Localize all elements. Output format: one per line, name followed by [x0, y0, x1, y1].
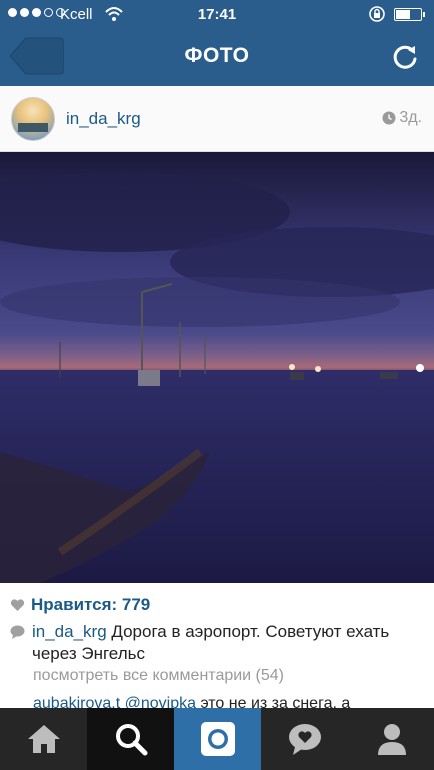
likes-count: Нравится: 779 — [31, 595, 151, 614]
likes-row[interactable]: Нравится: 779 — [10, 595, 150, 615]
search-icon — [115, 724, 147, 756]
post-timestamp: 3д. — [382, 109, 422, 127]
post-photo[interactable] — [0, 152, 434, 583]
tab-camera[interactable] — [174, 708, 261, 770]
nav-bar: ФОТО — [0, 30, 434, 86]
heart-icon — [10, 599, 25, 611]
view-all-comments-link[interactable]: посмотреть все комментарии (54) — [33, 667, 284, 685]
home-icon — [27, 725, 60, 753]
activity-icon — [288, 724, 321, 755]
avatar[interactable] — [11, 97, 55, 141]
profile-icon — [377, 724, 406, 755]
tab-profile[interactable] — [348, 708, 434, 770]
comment-text: это не из за снега, а — [196, 695, 351, 709]
refresh-icon[interactable] — [390, 42, 420, 72]
page-title: ФОТО — [184, 44, 250, 67]
caption-username[interactable]: in_da_krg — [32, 622, 107, 641]
rotation-lock-icon — [369, 6, 385, 22]
post-header: in_da_krg 3д. — [0, 86, 434, 152]
clock-icon — [382, 111, 396, 125]
tab-search[interactable] — [87, 708, 174, 770]
tab-activity[interactable] — [261, 708, 348, 770]
tab-home[interactable] — [0, 708, 87, 770]
status-bar: Kcell 17:41 — [0, 0, 434, 30]
battery-icon — [394, 8, 425, 21]
camera-icon — [200, 722, 235, 756]
tab-bar — [0, 708, 434, 770]
comment-mention[interactable]: @novipka — [125, 695, 196, 709]
comment-bubble-icon — [10, 625, 25, 639]
comment-item: aubakirova.t @novipka это не из за снега… — [33, 693, 433, 709]
post-time-label: 3д. — [399, 109, 422, 126]
post-username[interactable]: in_da_krg — [66, 109, 141, 129]
comment-username[interactable]: aubakirova.t — [33, 695, 120, 709]
post-caption: in_da_krg Дорога в аэропорт. Советуют ех… — [10, 621, 424, 665]
